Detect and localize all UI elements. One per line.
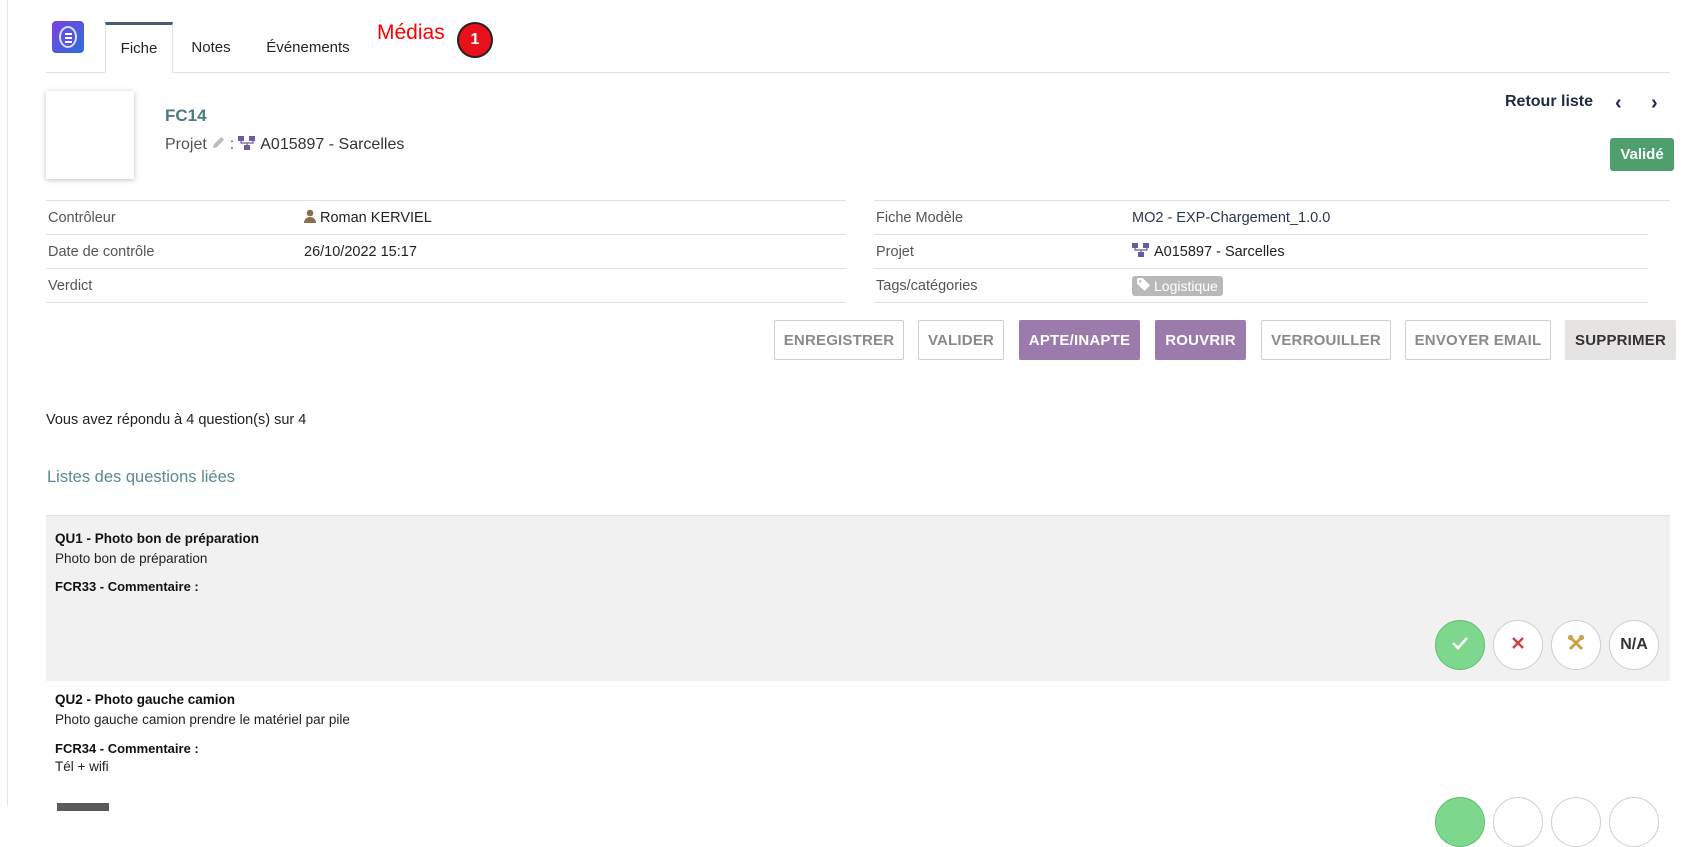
- medias-annotation-label: Médias: [377, 21, 445, 44]
- tab-notes[interactable]: Notes: [183, 22, 239, 73]
- left-border: [7, 0, 8, 806]
- answer-repair-button[interactable]: [1551, 797, 1601, 847]
- info-label: Fiche Modèle: [876, 209, 964, 226]
- answer-na-button[interactable]: N/A: [1609, 620, 1659, 670]
- record-image-placeholder: [46, 91, 134, 179]
- question-comment-value: Tél + wifi: [55, 759, 109, 774]
- answer-repair-button[interactable]: [1551, 620, 1601, 670]
- save-button[interactable]: ENREGISTRER: [774, 320, 904, 360]
- status-badge: Validé: [1610, 138, 1674, 171]
- medias-annotation-badge: 1: [457, 22, 493, 58]
- project-tree-icon: [1132, 242, 1150, 261]
- na-label: N/A: [1620, 636, 1648, 653]
- record-project: Projet : A015897 - Sarcelles: [165, 135, 404, 155]
- answer-nok-button[interactable]: [1493, 620, 1543, 670]
- info-value: 26/10/2022 15:17: [304, 243, 417, 260]
- project-label: Projet: [165, 136, 207, 153]
- info-row-controleur: Contrôleur Roman KERVIEL: [46, 200, 846, 234]
- info-label: Projet: [876, 243, 914, 260]
- info-value: A015897 - Sarcelles: [1154, 243, 1285, 260]
- close-icon: [1512, 636, 1524, 654]
- apte-inapte-button[interactable]: APTE/INAPTE: [1019, 320, 1140, 360]
- send-email-button[interactable]: ENVOYER EMAIL: [1405, 320, 1551, 360]
- answer-ok-button[interactable]: [1435, 620, 1485, 670]
- tools-icon: [1567, 634, 1585, 657]
- pencil-icon[interactable]: [211, 135, 226, 155]
- answer-ok-button[interactable]: [1435, 797, 1485, 847]
- answer-na-button[interactable]: [1609, 797, 1659, 847]
- info-table-right: Fiche Modèle MO2 - EXP-Chargement_1.0.0 …: [874, 200, 1670, 303]
- previous-record-icon[interactable]: ‹: [1615, 92, 1622, 115]
- project-tree-icon: [238, 135, 256, 155]
- info-label: Tags/catégories: [876, 277, 978, 294]
- info-table-left: Contrôleur Roman KERVIEL Date de contrôl…: [46, 200, 846, 303]
- question-description: Photo gauche camion prendre le matériel …: [55, 712, 350, 727]
- tag-label: Logistique: [1154, 277, 1218, 294]
- check-icon: [1451, 636, 1469, 655]
- info-row-date: Date de contrôle 26/10/2022 15:17: [46, 234, 846, 268]
- project-value[interactable]: A015897 - Sarcelles: [260, 136, 404, 154]
- question-comment-label: FCR33 - Commentaire :: [55, 579, 199, 594]
- info-row-fiche-modele: Fiche Modèle MO2 - EXP-Chargement_1.0.0: [874, 200, 1670, 234]
- validate-button[interactable]: VALIDER: [918, 320, 1004, 360]
- info-label: Date de contrôle: [48, 243, 155, 260]
- project-separator: :: [229, 136, 235, 153]
- info-row-tags: Tags/catégories Logistique: [874, 268, 1648, 303]
- info-label: Contrôleur: [48, 209, 116, 226]
- app-logo-icon[interactable]: [52, 21, 84, 53]
- info-row-projet: Projet A015897 - Sarcelles: [874, 234, 1648, 268]
- tab-events[interactable]: Événements: [258, 22, 358, 73]
- question-description: Photo bon de préparation: [55, 551, 208, 566]
- question-title: QU2 - Photo gauche camion: [55, 692, 236, 707]
- delete-button[interactable]: SUPPRIMER: [1565, 320, 1676, 360]
- reopen-button[interactable]: ROUVRIR: [1155, 320, 1246, 360]
- info-row-verdict: Verdict: [46, 268, 846, 303]
- tag-icon: [1137, 277, 1150, 294]
- info-value: Roman KERVIEL: [320, 209, 432, 226]
- question-item: QU1 - Photo bon de préparation Photo bon…: [46, 515, 1670, 683]
- tag-badge[interactable]: Logistique: [1132, 275, 1223, 296]
- question-comment-label: FCR34 - Commentaire :: [55, 741, 199, 756]
- answered-count-text: Vous avez répondu à 4 question(s) sur 4: [46, 412, 307, 428]
- record-code: FC14: [165, 106, 207, 125]
- lock-button[interactable]: VERROUILLER: [1261, 320, 1391, 360]
- tab-fiche[interactable]: Fiche: [105, 22, 173, 73]
- back-to-list-link[interactable]: Retour liste: [1505, 93, 1593, 111]
- question-item: QU2 - Photo gauche camion Photo gauche c…: [46, 681, 1670, 847]
- info-label: Verdict: [48, 277, 93, 294]
- linked-questions-heading: Listes des questions liées: [47, 468, 236, 486]
- info-value[interactable]: MO2 - EXP-Chargement_1.0.0: [1132, 210, 1330, 226]
- answer-nok-button[interactable]: [1493, 797, 1543, 847]
- user-icon: [304, 209, 316, 227]
- question-title: QU1 - Photo bon de préparation: [55, 531, 260, 546]
- next-record-icon[interactable]: ›: [1651, 92, 1658, 115]
- photo-thumbnail[interactable]: [57, 803, 109, 811]
